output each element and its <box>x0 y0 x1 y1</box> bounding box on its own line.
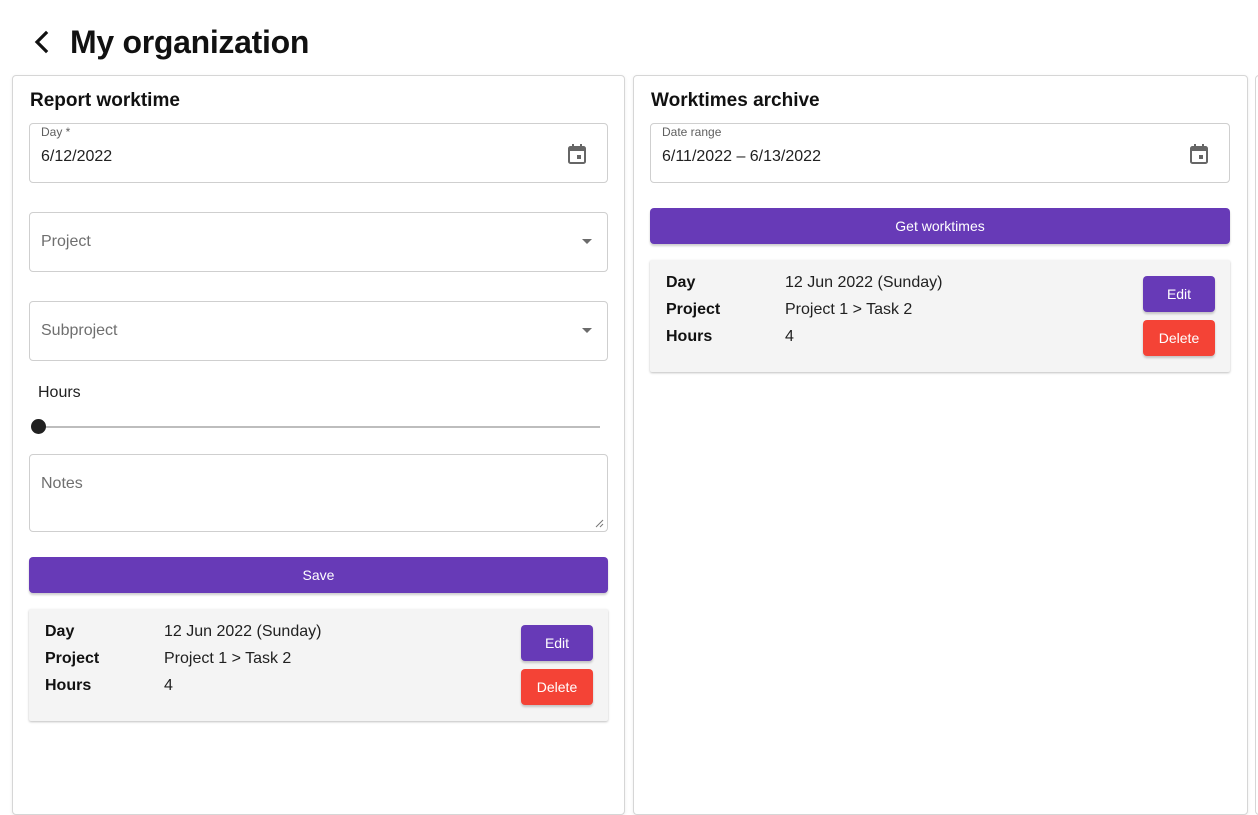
report-worktime-panel: Report worktime Day * 6/12/2022 Project … <box>12 75 625 815</box>
entry-project-value: Project 1 > Task 2 <box>785 301 913 318</box>
project-select[interactable]: Project <box>29 212 608 272</box>
page-header: My organization <box>30 20 309 64</box>
hours-label: Hours <box>38 384 81 401</box>
notes-placeholder: Notes <box>41 475 83 492</box>
date-range-value: 6/11/2022 – 6/13/2022 <box>662 148 821 165</box>
day-field-value: 6/12/2022 <box>41 148 113 165</box>
entry-hours-value: 4 <box>164 677 173 694</box>
worktime-entry-card: Day 12 Jun 2022 (Sunday) Project Project… <box>29 609 608 721</box>
entry-project-key: Project <box>45 650 100 667</box>
dropdown-arrow-icon <box>582 239 592 244</box>
worktimes-archive-panel: Worktimes archive Date range 6/11/2022 –… <box>633 75 1248 815</box>
date-range-field[interactable]: Date range 6/11/2022 – 6/13/2022 <box>650 123 1230 183</box>
project-placeholder: Project <box>41 233 91 250</box>
dropdown-arrow-icon <box>582 328 592 333</box>
entry-hours-key: Hours <box>666 328 713 345</box>
day-field-label: Day * <box>41 125 71 139</box>
edit-button[interactable]: Edit <box>1143 276 1215 312</box>
subproject-placeholder: Subproject <box>41 322 118 339</box>
subproject-select[interactable]: Subproject <box>29 301 608 361</box>
entry-day-key: Day <box>666 274 696 291</box>
entry-day-key: Day <box>45 623 75 640</box>
entry-hours-value: 4 <box>785 328 794 345</box>
hours-slider-track[interactable] <box>37 426 600 428</box>
save-button[interactable]: Save <box>29 557 608 593</box>
calendar-icon[interactable] <box>1189 143 1209 165</box>
entry-hours-row: Hours 4 <box>45 677 173 695</box>
page-title: My organization <box>70 23 310 60</box>
entry-project-row: Project Project 1 > Task 2 <box>666 301 912 319</box>
chevron-left-icon <box>34 30 49 54</box>
entry-day-value: 12 Jun 2022 (Sunday) <box>785 274 943 291</box>
delete-button[interactable]: Delete <box>1143 320 1215 356</box>
entry-day-row: Day 12 Jun 2022 (Sunday) <box>45 623 321 641</box>
notes-textarea[interactable]: Notes <box>29 454 608 532</box>
hours-slider-thumb[interactable] <box>31 419 46 434</box>
resize-grip-icon[interactable] <box>595 519 604 528</box>
date-range-label: Date range <box>662 125 722 139</box>
entry-day-row: Day 12 Jun 2022 (Sunday) <box>666 274 942 292</box>
back-button[interactable] <box>30 22 60 62</box>
archive-entry-card: Day 12 Jun 2022 (Sunday) Project Project… <box>650 260 1230 372</box>
edit-button[interactable]: Edit <box>521 625 593 661</box>
entry-hours-key: Hours <box>45 677 92 694</box>
entry-day-value: 12 Jun 2022 (Sunday) <box>164 623 322 640</box>
day-field[interactable]: Day * 6/12/2022 <box>29 123 608 183</box>
entry-project-key: Project <box>666 301 721 318</box>
calendar-icon[interactable] <box>567 143 587 165</box>
get-worktimes-button[interactable]: Get worktimes <box>650 208 1230 244</box>
entry-project-row: Project Project 1 > Task 2 <box>45 650 291 668</box>
entry-hours-row: Hours 4 <box>666 328 794 346</box>
worktimes-archive-title: Worktimes archive <box>651 90 820 111</box>
delete-button[interactable]: Delete <box>521 669 593 705</box>
report-worktime-title: Report worktime <box>30 90 180 111</box>
entry-project-value: Project 1 > Task 2 <box>164 650 292 667</box>
